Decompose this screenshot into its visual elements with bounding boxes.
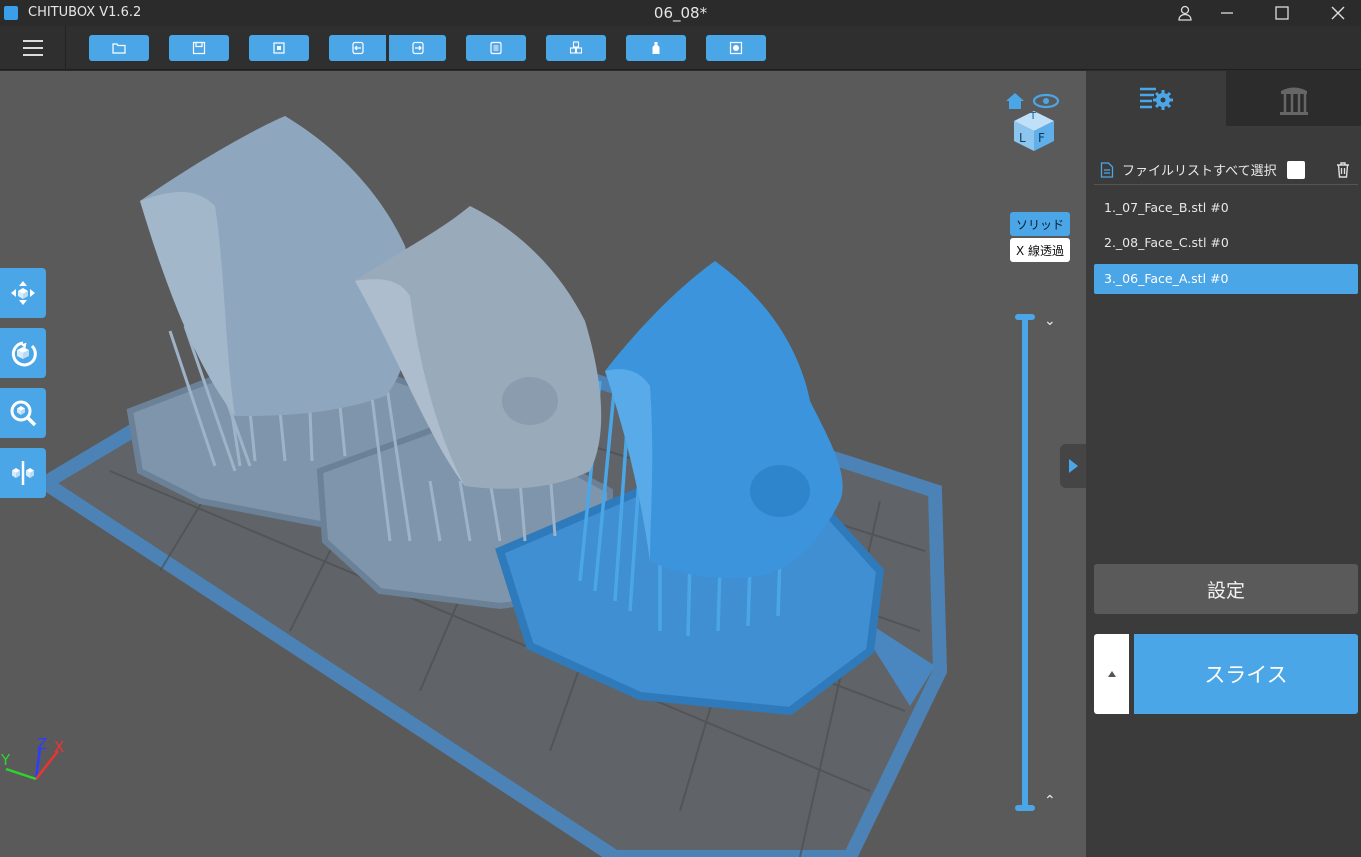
axis-z-label: Z: [37, 735, 48, 753]
save-icon: [192, 41, 206, 55]
file-list-icon: [490, 41, 502, 55]
supports-icon: [1279, 87, 1308, 115]
face-model-b: [140, 116, 413, 416]
maximize-icon: [1275, 6, 1289, 20]
bottle-icon: [652, 42, 660, 54]
solid-view-button[interactable]: ソリッド: [1010, 212, 1070, 236]
import-button[interactable]: [329, 35, 386, 61]
axis-x-label: X: [54, 738, 65, 756]
layer-down-chevron-icon[interactable]: ⌄: [1044, 313, 1056, 329]
file-list-button[interactable]: [466, 35, 526, 61]
open-file-button[interactable]: [89, 35, 149, 61]
chitubox-logo-icon: [4, 6, 18, 20]
move-icon: [11, 281, 35, 305]
scene-render: [31, 116, 948, 857]
account-button[interactable]: [1162, 0, 1208, 26]
file-list-item[interactable]: 2._08_Face_C.stl #0: [1094, 228, 1358, 258]
layer-slider-top-handle[interactable]: [1015, 314, 1035, 320]
axis-y-label: Y: [1, 751, 11, 769]
screenshot-icon: [273, 42, 285, 54]
cubes-icon: [569, 41, 583, 54]
cube-front-label: F: [1038, 131, 1045, 145]
resin-button[interactable]: [626, 35, 686, 61]
maximize-button[interactable]: [1259, 0, 1305, 26]
user-icon: [1178, 5, 1192, 21]
right-panel: ファイルリストすべて選択 1._07_Face_B.stl #0 2._08_F…: [1086, 71, 1361, 857]
cube-top-label: T: [1030, 111, 1037, 122]
mirror-tool-button[interactable]: [0, 448, 46, 498]
home-icon[interactable]: [1004, 91, 1026, 111]
select-all-checkbox[interactable]: [1286, 160, 1305, 179]
scale-tool-button[interactable]: [0, 388, 46, 438]
file-list-item[interactable]: 1._07_Face_B.stl #0: [1094, 193, 1358, 223]
open-folder-icon: [112, 43, 126, 54]
panel-collapse-button[interactable]: [1060, 444, 1086, 488]
slice-button[interactable]: スライス: [1134, 634, 1358, 714]
app-title: CHITUBOX V1.6.2: [28, 5, 142, 20]
document-title: 06_08*: [653, 4, 708, 22]
close-icon: [1331, 6, 1345, 20]
eye-icon[interactable]: [1032, 93, 1060, 109]
import-icon: [351, 41, 364, 55]
file-list-header: ファイルリストすべて選択: [1094, 155, 1358, 185]
layer-slider-track[interactable]: [1022, 316, 1028, 810]
save-button[interactable]: [169, 35, 229, 61]
arrange-button[interactable]: [546, 35, 606, 61]
mirror-icon: [12, 461, 34, 485]
tab-supports[interactable]: [1226, 71, 1361, 126]
xray-view-button[interactable]: X 線透過: [1010, 238, 1070, 262]
main-toolbar: [0, 26, 1361, 70]
select-all-label: ファイルリストすべて選択: [1122, 164, 1277, 179]
document-icon: [1100, 161, 1114, 178]
move-tool-button[interactable]: [0, 268, 46, 318]
tab-model-settings[interactable]: [1086, 71, 1226, 126]
export-button[interactable]: [389, 35, 446, 61]
slice-options-dropdown[interactable]: [1094, 634, 1129, 714]
cube-left-label: L: [1019, 131, 1026, 145]
export-icon: [411, 41, 424, 55]
view-cube[interactable]: T L F: [1004, 89, 1062, 155]
record-icon: [729, 41, 743, 55]
file-list-item-selected[interactable]: 3._06_Face_A.stl #0: [1094, 264, 1358, 294]
panel-tabs: [1086, 71, 1361, 126]
close-button[interactable]: [1315, 0, 1361, 26]
3d-viewport[interactable]: T L F ソリッド X 線透過 ⌄ ⌃ Z X Y: [0, 71, 1086, 857]
scale-icon: [10, 400, 37, 427]
minimize-button[interactable]: [1204, 0, 1250, 26]
title-bar: CHITUBOX V1.6.2 06_08*: [0, 0, 1361, 26]
machine-button[interactable]: [706, 35, 766, 61]
layer-slider-bottom-handle[interactable]: [1015, 805, 1035, 811]
screenshot-button[interactable]: [249, 35, 309, 61]
minimize-icon: [1221, 12, 1233, 14]
hamburger-menu-icon: [22, 40, 43, 56]
layer-up-chevron-icon[interactable]: ⌃: [1044, 793, 1056, 809]
chevron-right-icon: [1069, 459, 1078, 473]
trash-icon[interactable]: [1334, 161, 1352, 179]
settings-button[interactable]: 設定: [1094, 564, 1358, 614]
rotate-icon: [11, 341, 37, 367]
list-gear-icon: [1140, 87, 1173, 110]
main-menu-button[interactable]: [0, 26, 66, 70]
caret-up-icon: [1107, 671, 1116, 677]
rotate-tool-button[interactable]: [0, 328, 46, 378]
